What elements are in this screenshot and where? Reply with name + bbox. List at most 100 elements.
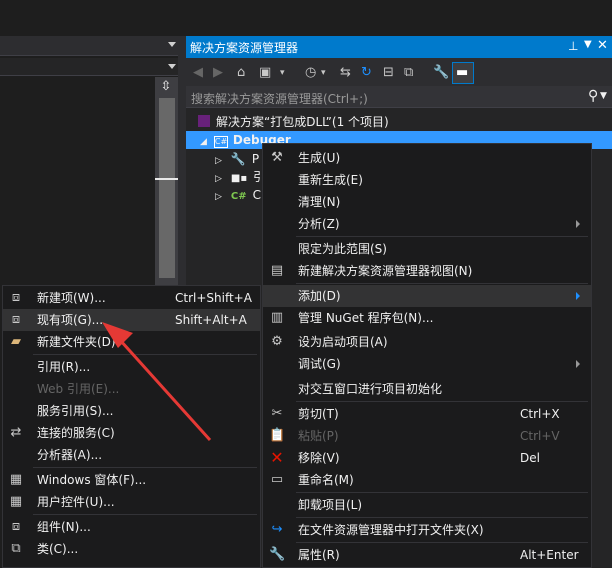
open-folder-icon: ↪	[271, 522, 283, 537]
submenu-item-reference[interactable]: 引用(R)...	[37, 356, 90, 378]
submenu-item-class[interactable]: 类(C)...	[37, 538, 78, 560]
menu-item-clean[interactable]: 清理(N)	[298, 191, 340, 213]
menu-separator	[33, 514, 257, 515]
tree-node-references[interactable]: ▷ ■▪ 引	[215, 168, 265, 186]
nav-dropdown-icon[interactable]	[168, 64, 176, 69]
split-editor-icon[interactable]: ⇳	[159, 80, 173, 94]
shortcut-cut: Ctrl+X	[520, 407, 560, 421]
menu-separator	[296, 492, 588, 493]
windows-form-icon: ▦	[9, 472, 23, 487]
solution-label: 解决方案“打包成DLL”(1 个项目)	[216, 115, 389, 129]
search-placeholder: 搜索解决方案资源管理器(Ctrl+;)	[191, 92, 368, 106]
menu-item-remove[interactable]: 移除(V)	[298, 447, 340, 469]
switch-views-icon[interactable]: ▣	[259, 65, 271, 81]
submenu-item-windows-form[interactable]: Windows 窗体(F)...	[37, 469, 146, 491]
submenu-item-user-control[interactable]: 用户控件(U)...	[37, 491, 115, 513]
sync-icon[interactable]: ⇆	[340, 65, 351, 81]
scissors-icon: ✂	[271, 406, 283, 421]
submenu-item-connected-service[interactable]: 连接的服务(C)	[37, 422, 115, 444]
menu-item-cut[interactable]: 剪切(T)	[298, 403, 339, 425]
submenu-item-web-reference: Web 引用(E)...	[37, 382, 120, 396]
menu-item-init-interactive[interactable]: 对交互窗口进行项目初始化	[298, 378, 442, 400]
wrench-icon: 🔧	[230, 152, 246, 166]
paste-icon: 📋	[269, 428, 286, 443]
menu-item-paste: 粘贴(P)	[298, 429, 339, 443]
menu-item-properties[interactable]: 属性(R)	[298, 544, 340, 566]
menu-item-debug[interactable]: 调试(G)	[298, 353, 341, 375]
properties-icon[interactable]: 🔧	[433, 65, 449, 81]
tree-node-class[interactable]: ▷ C# C	[215, 186, 261, 204]
submenu-item-new-folder[interactable]: 新建文件夹(D)	[37, 331, 116, 353]
shortcut-remove: Del	[520, 451, 540, 465]
filter-dropdown-icon[interactable]: ▾	[321, 65, 326, 81]
home-icon[interactable]: ⌂	[237, 65, 245, 81]
build-icon: ⚒	[271, 150, 283, 165]
menu-item-add[interactable]: 添加(D)	[298, 285, 341, 307]
class-icon: ⧉	[11, 541, 21, 556]
expand-arrow-icon[interactable]: ◢	[200, 137, 207, 147]
back-icon[interactable]: ◀	[193, 65, 203, 81]
tab-dropdown-icon[interactable]	[168, 42, 176, 47]
close-icon[interactable]: ✕	[597, 38, 608, 53]
submenu-arrow-icon	[576, 292, 580, 300]
submenu-item-new-item[interactable]: 新建项(W)...	[37, 287, 106, 309]
collapsed-arrow-icon[interactable]: ▷	[215, 192, 222, 202]
pending-changes-filter-icon[interactable]: ◷	[305, 65, 316, 81]
show-all-files-icon[interactable]: ⧉	[404, 65, 413, 81]
tree-solution-node[interactable]: 解决方案“打包成DLL”(1 个项目)	[198, 113, 389, 131]
search-icon[interactable]: ⚲	[588, 88, 598, 104]
submenu-item-service-reference[interactable]: 服务引用(S)...	[37, 400, 113, 422]
menu-separator	[33, 354, 257, 355]
collapse-all-icon[interactable]: ⊟	[383, 65, 394, 81]
new-folder-icon: ▰	[11, 334, 21, 349]
scrollbar-thumb[interactable]	[159, 98, 175, 278]
forward-icon[interactable]: ▶	[213, 65, 223, 81]
refresh-icon[interactable]: ↻	[361, 65, 372, 81]
pin-icon[interactable]: ⊥	[568, 39, 578, 53]
menu-item-manage-nuget[interactable]: 管理 NuGet 程序包(N)...	[298, 307, 433, 329]
user-control-icon: ▦	[9, 494, 23, 509]
tree-node-label: P	[251, 152, 260, 166]
shortcut-existing-item: Shift+Alt+A	[175, 313, 247, 327]
menu-item-rebuild[interactable]: 重新生成(E)	[298, 169, 363, 191]
solution-explorer-title: 解决方案资源管理器	[190, 41, 299, 55]
menu-item-scope-to-this[interactable]: 限定为此范围(S)	[298, 238, 387, 260]
navigation-bar[interactable]	[0, 58, 178, 76]
shortcut-paste: Ctrl+V	[520, 429, 560, 443]
menu-separator	[296, 236, 588, 237]
delete-icon: ✕	[270, 448, 284, 467]
menu-item-unload-project[interactable]: 卸载项目(L)	[298, 494, 362, 516]
submenu-item-analyzer[interactable]: 分析器(A)...	[37, 444, 102, 466]
submenu-arrow-icon	[576, 220, 580, 228]
collapsed-arrow-icon[interactable]: ▷	[215, 174, 222, 184]
menu-separator	[296, 283, 588, 284]
menu-separator	[33, 467, 257, 468]
gear-icon: ⚙	[271, 334, 283, 349]
solution-icon	[198, 115, 210, 127]
csharp-file-icon: C#	[230, 191, 247, 202]
nuget-icon: ▥	[270, 310, 284, 325]
menu-separator	[296, 542, 588, 543]
wrench-icon: 🔧	[269, 547, 286, 562]
menu-separator	[296, 517, 588, 518]
tree-node-properties[interactable]: ▷ 🔧 P	[215, 150, 259, 168]
submenu-item-existing-item[interactable]: 现有项(G)...	[37, 309, 103, 331]
switch-views-dropdown-icon[interactable]: ▾	[280, 65, 285, 81]
menu-item-rename[interactable]: 重命名(M)	[298, 469, 354, 491]
collapsed-arrow-icon[interactable]: ▷	[215, 156, 222, 166]
existing-item-icon: ⧈	[11, 312, 21, 327]
search-options-icon[interactable]: ▼	[600, 91, 607, 101]
new-item-icon: ⧈	[11, 290, 21, 305]
references-icon: ■▪	[230, 173, 248, 184]
submenu-item-component[interactable]: 组件(N)...	[37, 516, 91, 538]
menu-item-build[interactable]: 生成(U)	[298, 147, 340, 169]
shortcut-new-item: Ctrl+Shift+A	[175, 291, 252, 305]
menu-item-set-startup[interactable]: 设为启动项目(A)	[298, 331, 388, 353]
tree-node-label: C	[252, 188, 262, 202]
menu-item-analyze[interactable]: 分析(Z)	[298, 213, 340, 235]
csharp-project-icon: C#	[213, 136, 228, 148]
menu-separator	[296, 401, 588, 402]
window-position-icon[interactable]: ▼	[584, 39, 592, 50]
menu-item-new-explorer-view[interactable]: 新建解决方案资源管理器视图(N)	[298, 260, 472, 282]
menu-item-open-in-explorer[interactable]: 在文件资源管理器中打开文件夹(X)	[298, 519, 484, 541]
